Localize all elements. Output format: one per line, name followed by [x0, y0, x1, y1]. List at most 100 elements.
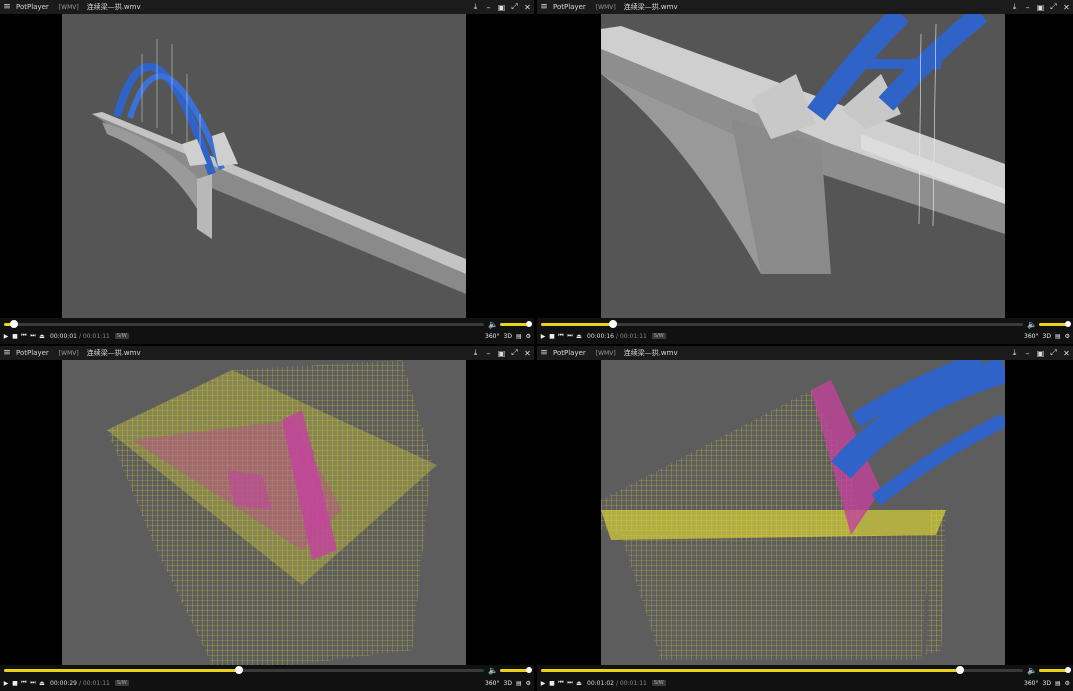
gear-icon[interactable]: ⚙ [526, 680, 531, 687]
play-icon[interactable]: ▶ [540, 333, 546, 340]
playlist-icon[interactable]: ▤ [516, 333, 522, 340]
next-icon[interactable]: ⏭ [30, 679, 36, 687]
hamburger-icon[interactable]: ≡ [537, 348, 551, 358]
pin-icon[interactable]: ⤓ [1010, 348, 1019, 358]
video-area[interactable] [537, 360, 1073, 665]
volume-icon[interactable]: 🔈 [488, 666, 498, 675]
app-name: PotPlayer [553, 3, 586, 11]
button-3d[interactable]: 3D [1043, 680, 1051, 687]
close-icon[interactable]: ✕ [523, 3, 532, 12]
gear-icon[interactable]: ⚙ [526, 333, 531, 340]
file-name: 连续梁—拱.wmv [86, 3, 141, 11]
play-icon[interactable]: ▶ [540, 680, 546, 687]
video-area[interactable] [0, 360, 534, 665]
video-frame [62, 14, 466, 318]
bridge-overview-image [62, 14, 466, 318]
seek-knob[interactable] [235, 665, 244, 674]
hamburger-icon[interactable]: ≡ [0, 348, 14, 358]
button-360[interactable]: 360° [485, 680, 499, 687]
button-3d[interactable]: 3D [504, 333, 512, 340]
play-icon[interactable]: ▶ [3, 333, 9, 340]
prev-icon[interactable]: ⏮ [558, 332, 564, 340]
player-window-4: ≡ PotPlayer [WMV] 连续梁—拱.wmv ⤓ – ▣ ⤢ ✕ 🔈 … [537, 346, 1073, 691]
minimize-icon[interactable]: – [484, 3, 493, 12]
hamburger-icon[interactable]: ≡ [0, 2, 14, 12]
file-name: 连续梁—拱.wmv [86, 349, 141, 357]
codec-badge: S/W [651, 680, 666, 686]
fullscreen-icon[interactable]: ⤢ [1049, 348, 1058, 358]
title-bar[interactable]: ≡ PotPlayer [WMV] 连续梁—拱.wmv ⤓ – ▣ ⤢ ✕ [537, 0, 1073, 14]
gear-icon[interactable]: ⚙ [1065, 680, 1070, 687]
volume-slider[interactable] [500, 320, 532, 327]
maximize-icon[interactable]: ▣ [1036, 3, 1045, 12]
button-360[interactable]: 360° [485, 333, 499, 340]
current-time: 00:01:02 [587, 679, 614, 687]
pin-icon[interactable]: ⤓ [471, 2, 480, 12]
volume-icon[interactable]: 🔈 [1027, 666, 1037, 675]
next-icon[interactable]: ⏭ [30, 332, 36, 340]
file-name: 连续梁—拱.wmv [623, 3, 678, 11]
playlist-icon[interactable]: ▤ [516, 680, 522, 687]
seek-knob[interactable] [956, 665, 965, 674]
prev-icon[interactable]: ⏮ [21, 332, 27, 340]
eject-icon[interactable]: ⏏ [39, 333, 45, 340]
control-row: ▶ ■ ⏮ ⏭ ⏏ 00:01:02 / 00:01:11 S/W 360° 3… [537, 677, 1073, 689]
format-label: [WMV] [595, 349, 616, 357]
duration-value: 00:01:11 [619, 679, 647, 687]
stop-icon[interactable]: ■ [12, 680, 18, 687]
seek-row: 🔈 [0, 319, 534, 329]
volume-slider[interactable] [1039, 666, 1071, 673]
playlist-icon[interactable]: ▤ [1055, 680, 1061, 687]
video-area[interactable] [537, 14, 1073, 318]
maximize-icon[interactable]: ▣ [497, 3, 506, 12]
seek-bar[interactable] [541, 319, 1023, 328]
volume-slider[interactable] [500, 666, 532, 673]
eject-icon[interactable]: ⏏ [576, 333, 582, 340]
minimize-icon[interactable]: – [1023, 3, 1032, 12]
volume-icon[interactable]: 🔈 [1027, 320, 1037, 329]
fullscreen-icon[interactable]: ⤢ [510, 2, 519, 12]
close-icon[interactable]: ✕ [1062, 3, 1071, 12]
duration-value: 00:01:11 [619, 332, 647, 340]
video-area[interactable] [0, 14, 534, 318]
minimize-icon[interactable]: – [1023, 349, 1032, 358]
close-icon[interactable]: ✕ [1062, 349, 1071, 358]
eject-icon[interactable]: ⏏ [39, 680, 45, 687]
stop-icon[interactable]: ■ [549, 680, 555, 687]
pin-icon[interactable]: ⤓ [1010, 2, 1019, 12]
pin-icon[interactable]: ⤓ [471, 348, 480, 358]
playlist-icon[interactable]: ▤ [1055, 333, 1061, 340]
seek-bar[interactable] [4, 319, 484, 328]
next-icon[interactable]: ⏭ [567, 679, 573, 687]
duration-value: 00:01:11 [82, 679, 110, 687]
control-row: ▶ ■ ⏮ ⏭ ⏏ 00:00:01 / 00:01:11 S/W 360° 3… [0, 330, 534, 342]
eject-icon[interactable]: ⏏ [576, 680, 582, 687]
title-bar[interactable]: ≡ PotPlayer [WMV] 连续梁—拱.wmv ⤓ – ▣ ⤢ ✕ [0, 0, 534, 14]
maximize-icon[interactable]: ▣ [497, 349, 506, 358]
close-icon[interactable]: ✕ [523, 349, 532, 358]
seek-knob[interactable] [9, 319, 18, 328]
seek-bar[interactable] [541, 665, 1023, 674]
button-3d[interactable]: 3D [1043, 333, 1051, 340]
hamburger-icon[interactable]: ≡ [537, 2, 551, 12]
prev-icon[interactable]: ⏮ [21, 679, 27, 687]
button-360[interactable]: 360° [1024, 333, 1038, 340]
title-bar[interactable]: ≡ PotPlayer [WMV] 连续梁—拱.wmv ⤓ – ▣ ⤢ ✕ [0, 346, 534, 360]
volume-slider[interactable] [1039, 320, 1071, 327]
seek-bar[interactable] [4, 665, 484, 674]
maximize-icon[interactable]: ▣ [1036, 349, 1045, 358]
fullscreen-icon[interactable]: ⤢ [510, 348, 519, 358]
button-360[interactable]: 360° [1024, 680, 1038, 687]
volume-icon[interactable]: 🔈 [488, 320, 498, 329]
seek-knob[interactable] [609, 319, 618, 328]
next-icon[interactable]: ⏭ [567, 332, 573, 340]
prev-icon[interactable]: ⏮ [558, 679, 564, 687]
gear-icon[interactable]: ⚙ [1065, 333, 1070, 340]
button-3d[interactable]: 3D [504, 680, 512, 687]
stop-icon[interactable]: ■ [549, 333, 555, 340]
play-icon[interactable]: ▶ [3, 680, 9, 687]
title-bar[interactable]: ≡ PotPlayer [WMV] 连续梁—拱.wmv ⤓ – ▣ ⤢ ✕ [537, 346, 1073, 360]
fullscreen-icon[interactable]: ⤢ [1049, 2, 1058, 12]
stop-icon[interactable]: ■ [12, 333, 18, 340]
minimize-icon[interactable]: – [484, 349, 493, 358]
